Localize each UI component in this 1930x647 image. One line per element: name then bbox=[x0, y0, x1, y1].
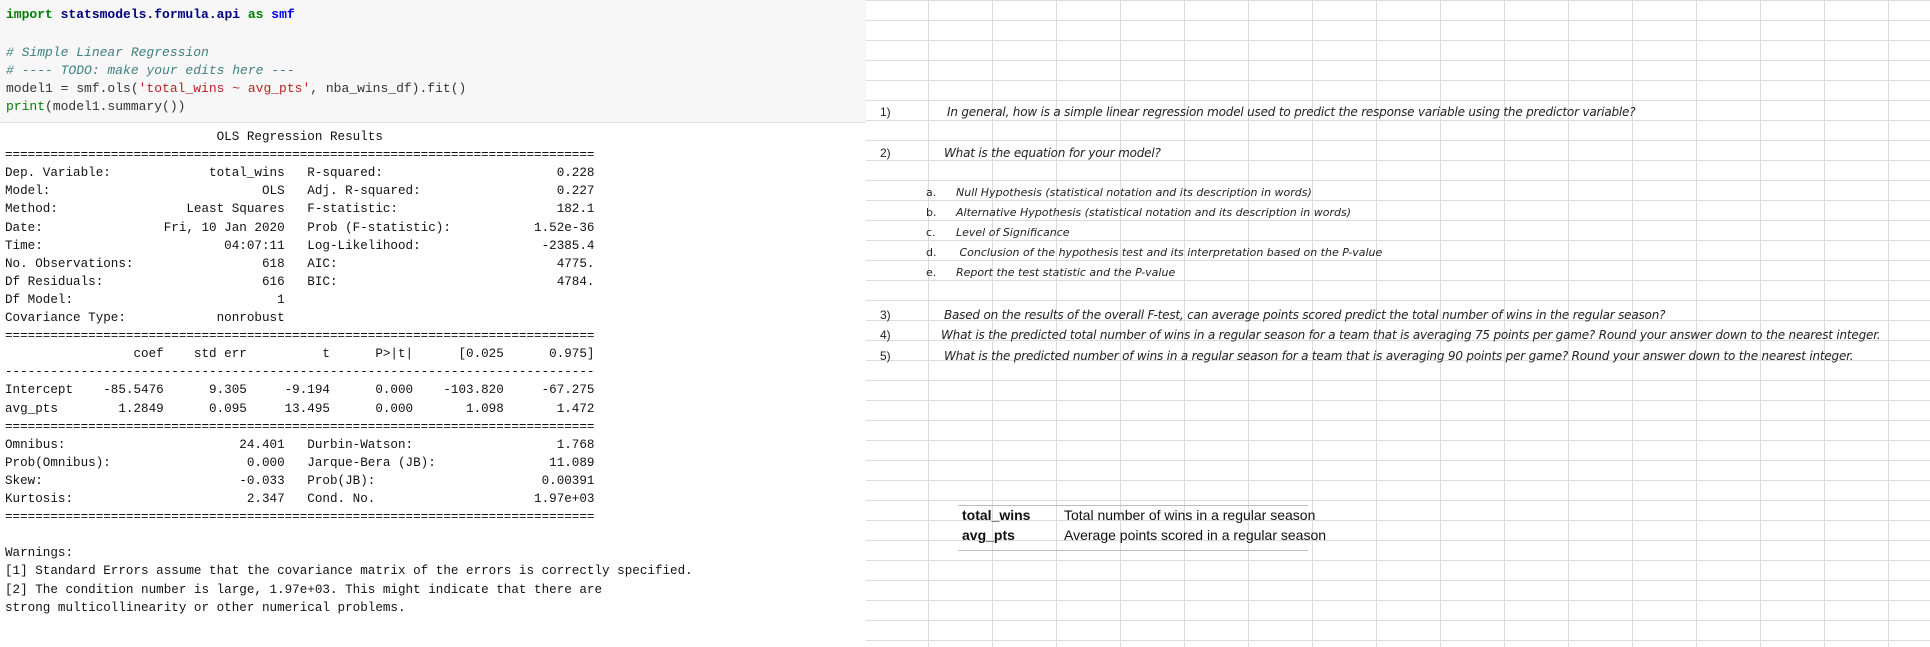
question-number: 4) bbox=[880, 328, 891, 342]
output-line: No. Observations: 618 AIC: 4775. bbox=[5, 256, 595, 271]
output-line: ========================================… bbox=[5, 510, 595, 525]
code-token: , nba_wins_df).fit() bbox=[310, 81, 467, 96]
output-line: Skew: -0.033 Prob(JB): 0.00391 bbox=[5, 473, 595, 488]
notebook-panel: import statsmodels.formula.api as smf # … bbox=[0, 0, 866, 647]
output-line: ========================================… bbox=[5, 329, 595, 344]
variable-description: Average points scored in a regular seaso… bbox=[1064, 527, 1327, 543]
question-number: 5) bbox=[880, 349, 891, 363]
question-number: 2) bbox=[880, 146, 891, 160]
question-text: What is the equation for your model? bbox=[944, 146, 1161, 160]
sub-question-label: d. bbox=[926, 246, 937, 259]
code-token: model1 = smf.ols( bbox=[6, 81, 139, 96]
variable-definitions-table: total_wins Total number of wins in a reg… bbox=[866, 505, 1930, 551]
sub-question-text: Level of Significance bbox=[956, 226, 1070, 239]
output-line: Dep. Variable: total_wins R-squared: 0.2… bbox=[5, 166, 595, 181]
question-number: 3) bbox=[880, 308, 891, 322]
output-line: Omnibus: 24.401 Durbin-Watson: 1.768 bbox=[5, 437, 595, 452]
code-token: print bbox=[6, 99, 46, 114]
output-line: Prob(Omnibus): 0.000 Jarque-Bera (JB): 1… bbox=[5, 455, 595, 470]
output-line: Date: Fri, 10 Jan 2020 Prob (F-statistic… bbox=[5, 220, 595, 235]
output-line: Intercept -85.5476 9.305 -9.194 0.000 -1… bbox=[5, 383, 595, 398]
sub-question-label: c. bbox=[926, 226, 936, 239]
output-line: Model: OLS Adj. R-squared: 0.227 bbox=[5, 184, 595, 199]
sub-question-label: e. bbox=[926, 266, 937, 279]
output-line: coef std err t P>|t| [0.025 0.975] bbox=[5, 347, 595, 362]
variable-name: avg_pts bbox=[962, 527, 1015, 543]
code-comment: # ---- TODO: make your edits here --- bbox=[6, 63, 295, 78]
question-text: What is the predicted number of wins in … bbox=[944, 349, 1854, 363]
code-token: statsmodels.formula.api bbox=[52, 7, 248, 22]
code-token: (model1.summary()) bbox=[45, 99, 186, 114]
output-line: Df Model: 1 bbox=[5, 292, 595, 307]
sub-question-label: a. bbox=[926, 186, 937, 199]
output-line: [1] Standard Errors assume that the cova… bbox=[5, 564, 693, 579]
question-text: In general, how is a simple linear regre… bbox=[947, 105, 1636, 119]
question-text: What is the predicted total number of wi… bbox=[941, 328, 1881, 342]
code-line: model1 = smf.ols('total_wins ~ avg_pts',… bbox=[6, 80, 466, 98]
question-text: Based on the results of the overall F-te… bbox=[944, 308, 1666, 322]
output-line: Df Residuals: 616 BIC: 4784. bbox=[5, 274, 595, 289]
output-line: avg_pts 1.2849 0.095 13.495 0.000 1.098 … bbox=[5, 401, 595, 416]
code-comment: # Simple Linear Regression bbox=[6, 45, 209, 60]
output-line: ========================================… bbox=[5, 148, 595, 163]
sub-question-text: Alternative Hypothesis (statistical nota… bbox=[956, 206, 1352, 219]
output-line: Warnings: bbox=[5, 546, 74, 561]
code-line: import statsmodels.formula.api as smf bbox=[6, 6, 295, 24]
code-string: 'total_wins ~ avg_pts' bbox=[138, 81, 311, 96]
code-line: print(model1.summary()) bbox=[6, 98, 185, 116]
code-token: smf bbox=[263, 7, 295, 22]
code-token: import bbox=[6, 7, 53, 22]
question-number: 1) bbox=[880, 105, 891, 119]
output-line: OLS Regression Results bbox=[5, 130, 595, 144]
variable-description: Total number of wins in a regular season bbox=[1064, 507, 1316, 523]
code-cell[interactable]: import statsmodels.formula.api as smf # … bbox=[0, 0, 866, 123]
cell-output: OLS Regression Results =================… bbox=[0, 122, 866, 647]
output-line: Kurtosis: 2.347 Cond. No. 1.97e+03 bbox=[5, 492, 595, 506]
sub-question-text: Conclusion of the hypothesis test and it… bbox=[956, 246, 1383, 259]
output-line: [2] The condition number is large, 1.97e… bbox=[5, 582, 603, 597]
output-line: strong multicollinearity or other numeri… bbox=[5, 600, 406, 615]
sub-question-text: Null Hypothesis (statistical notation an… bbox=[956, 186, 1312, 199]
sub-question-text: Report the test statistic and the P-valu… bbox=[956, 266, 1176, 279]
output-line: Time: 04:07:11 Log-Likelihood: -2385.4 bbox=[5, 238, 595, 253]
output-line: ----------------------------------------… bbox=[5, 365, 595, 380]
variable-name: total_wins bbox=[962, 507, 1031, 523]
sub-question-label: b. bbox=[926, 206, 937, 219]
output-line: Covariance Type: nonrobust bbox=[5, 311, 595, 325]
output-line: Method: Least Squares F-statistic: 182.1 bbox=[5, 202, 595, 217]
spreadsheet-panel[interactable]: 1) In general, how is a simple linear re… bbox=[866, 0, 1930, 647]
output-line: ========================================… bbox=[5, 419, 595, 434]
code-token: as bbox=[247, 7, 264, 22]
